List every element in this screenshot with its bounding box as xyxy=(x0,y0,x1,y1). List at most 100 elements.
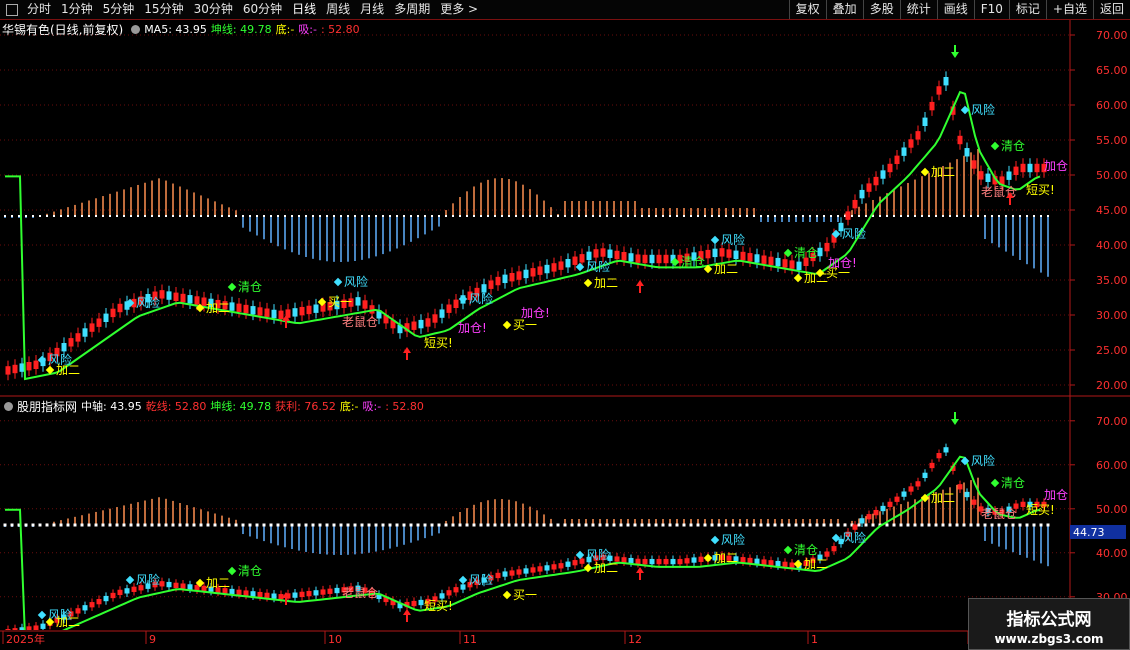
tab-15min[interactable]: 15分钟 xyxy=(139,0,188,19)
candle-body-sub xyxy=(82,605,88,611)
zero-dot xyxy=(340,215,342,217)
candle-body-sub xyxy=(453,587,459,593)
tab-more[interactable]: 更多 > xyxy=(435,0,483,19)
candle-body xyxy=(236,303,242,313)
zero-dot-sub xyxy=(1011,523,1015,527)
candle-body-sub xyxy=(663,558,669,565)
signal-fengxian-label: 风险 xyxy=(721,232,745,247)
zero-dot-sub xyxy=(605,523,609,527)
candle-body-sub xyxy=(684,558,690,564)
zero-dot xyxy=(704,215,706,217)
signal-jiacang-label: 加仓 xyxy=(1044,159,1068,173)
zero-dot-sub xyxy=(822,523,826,527)
tab-30min[interactable]: 30分钟 xyxy=(189,0,238,19)
candle-body xyxy=(75,333,81,342)
f10-button[interactable]: F10 xyxy=(973,0,1009,19)
zero-dot-sub xyxy=(199,523,203,527)
zero-dot xyxy=(228,215,230,217)
candle-body xyxy=(26,362,32,371)
main-chart[interactable]: 风险加二风险 加二清仓 风险买一老鼠仓短买!加仓!风险买一加仓!风险加二清仓 加二风险… xyxy=(0,20,1130,397)
huaxian-button[interactable]: 画线 xyxy=(936,0,974,19)
zero-dot-sub xyxy=(934,523,938,527)
zero-dot xyxy=(74,215,76,217)
menu-icon[interactable] xyxy=(6,3,18,16)
candle-body xyxy=(565,259,571,268)
zero-dot-sub xyxy=(976,523,980,527)
candle-body xyxy=(852,199,858,209)
zero-dot-sub xyxy=(38,523,42,527)
zero-dot xyxy=(907,215,909,217)
fanhui-button[interactable]: 返回 xyxy=(1092,0,1130,19)
zero-dot-sub xyxy=(892,523,896,527)
zero-dot xyxy=(515,215,517,217)
signal-qingcang-icon xyxy=(783,545,793,555)
zero-dot-sub xyxy=(304,523,308,527)
tab-fenshi[interactable]: 分时 xyxy=(22,0,56,19)
signal-duanmai-label: 短买! xyxy=(1026,503,1055,517)
zero-dot-sub xyxy=(416,523,420,527)
candle-body-sub xyxy=(131,586,137,592)
zero-dot xyxy=(424,215,426,217)
sub-chart[interactable]: 风险加二风险 加二清仓老鼠仓短买!风险买一风险加二加二风险清仓加二风险加二风险清仓… xyxy=(0,397,1130,630)
top-toolbar: 分时 1分钟 5分钟 15分钟 30分钟 60分钟 日线 周线 月线 多周期 更… xyxy=(0,0,1130,20)
zero-dot xyxy=(298,215,300,217)
zero-dot xyxy=(963,215,965,217)
zero-dot xyxy=(634,215,636,217)
zero-dot-sub xyxy=(689,523,693,527)
zero-dot xyxy=(1012,215,1014,217)
candle-body xyxy=(964,148,970,157)
zero-dot-sub xyxy=(535,523,539,527)
zero-dot xyxy=(494,215,496,217)
zero-dot-sub xyxy=(514,523,518,527)
candle-body xyxy=(747,253,753,262)
kun-line xyxy=(5,90,1041,381)
tongji-button[interactable]: 统计 xyxy=(899,0,937,19)
tab-5min[interactable]: 5分钟 xyxy=(98,0,140,19)
y-tick-label-sub: 50.00 xyxy=(1096,503,1128,516)
zero-dot xyxy=(620,215,622,217)
zero-dot xyxy=(256,215,258,217)
fuquan-button[interactable]: 复权 xyxy=(788,0,826,19)
zero-dot xyxy=(60,215,62,217)
zero-dot xyxy=(543,215,545,217)
candle-body-sub xyxy=(103,595,109,602)
zero-dot-sub xyxy=(717,523,721,527)
zero-dot-sub xyxy=(1046,523,1050,527)
main-grid xyxy=(0,34,1070,386)
zero-dot-sub xyxy=(10,523,14,527)
candle-body-sub xyxy=(971,499,977,505)
zero-dot-sub xyxy=(409,523,413,527)
candle-body xyxy=(516,271,522,280)
candle-body xyxy=(880,170,886,179)
candle-body-sub xyxy=(936,453,942,459)
candle-body xyxy=(257,307,263,316)
zero-dot xyxy=(487,215,489,217)
signal-fengxian-label: 风险 xyxy=(344,274,368,289)
zero-dot xyxy=(396,215,398,217)
candle-body xyxy=(1027,163,1033,173)
zero-dot xyxy=(291,215,293,217)
diejia-button[interactable]: 叠加 xyxy=(825,0,863,19)
candle-body-sub xyxy=(243,590,249,596)
tab-daily[interactable]: 日线 xyxy=(287,0,321,19)
tab-multi-period[interactable]: 多周期 xyxy=(389,0,435,19)
zixuan-button[interactable]: +自选 xyxy=(1045,0,1093,19)
zero-dot xyxy=(823,215,825,217)
zero-dot xyxy=(690,215,692,217)
tab-60min[interactable]: 60分钟 xyxy=(238,0,287,19)
signal-maiyi-icon xyxy=(502,590,512,600)
zero-dot-sub xyxy=(24,523,28,527)
y-tick-label: 50.00 xyxy=(1096,169,1128,182)
duogu-button[interactable]: 多股 xyxy=(862,0,900,19)
signal-duanmai-label: 短买! xyxy=(424,336,453,350)
candle-body xyxy=(89,323,95,332)
candle-body-sub xyxy=(754,558,760,564)
zero-dot-sub xyxy=(654,523,658,527)
candle-body-sub xyxy=(551,564,557,570)
tab-1min[interactable]: 1分钟 xyxy=(56,0,98,19)
candle-body-sub xyxy=(866,514,872,520)
zero-dot-sub xyxy=(899,523,903,527)
biaoji-button[interactable]: 标记 xyxy=(1008,0,1046,19)
tab-monthly[interactable]: 月线 xyxy=(355,0,389,19)
tab-weekly[interactable]: 周线 xyxy=(321,0,355,19)
